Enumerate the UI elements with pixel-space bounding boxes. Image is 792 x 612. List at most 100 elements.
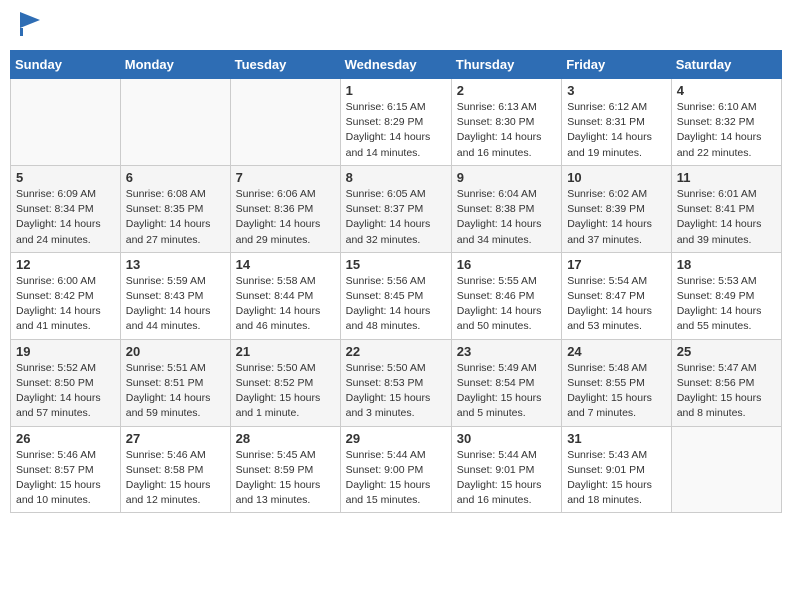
calendar-cell: 8 Sunrise: 6:05 AMSunset: 8:37 PMDaylight… bbox=[340, 165, 451, 252]
day-number: 5 bbox=[16, 170, 115, 185]
day-number: 19 bbox=[16, 344, 115, 359]
day-number: 15 bbox=[346, 257, 446, 272]
day-info: Sunrise: 5:51 AMSunset: 8:51 PMDaylight:… bbox=[126, 361, 225, 422]
calendar-cell bbox=[120, 79, 230, 166]
day-number: 7 bbox=[236, 170, 335, 185]
calendar-cell: 27 Sunrise: 5:46 AMSunset: 8:58 PMDayligh… bbox=[120, 426, 230, 513]
calendar-cell: 30Sunrise: 5:44 AMSunset: 9:01 PMDayligh… bbox=[451, 426, 561, 513]
day-number: 3 bbox=[567, 83, 666, 98]
day-info: Sunrise: 6:00 AMSunset: 8:42 PMDaylight:… bbox=[16, 274, 115, 335]
day-number: 17 bbox=[567, 257, 666, 272]
day-info: Sunrise: 6:01 AMSunset: 8:41 PMDaylight:… bbox=[677, 187, 776, 248]
day-number: 25 bbox=[677, 344, 776, 359]
calendar-week-row: 26 Sunrise: 5:46 AMSunset: 8:57 PMDayligh… bbox=[11, 426, 782, 513]
calendar-cell: 17 Sunrise: 5:54 AMSunset: 8:47 PMDayligh… bbox=[562, 252, 672, 339]
calendar-cell: 14 Sunrise: 5:58 AMSunset: 8:44 PMDayligh… bbox=[230, 252, 340, 339]
day-info: Sunrise: 5:43 AMSunset: 9:01 PMDaylight:… bbox=[567, 448, 666, 509]
day-of-week-header: Wednesday bbox=[340, 51, 451, 79]
day-number: 21 bbox=[236, 344, 335, 359]
calendar-cell bbox=[671, 426, 781, 513]
calendar-cell: 25 Sunrise: 5:47 AMSunset: 8:56 PMDayligh… bbox=[671, 339, 781, 426]
day-info: Sunrise: 5:44 AMSunset: 9:01 PMDaylight:… bbox=[457, 448, 556, 509]
calendar-cell: 20 Sunrise: 5:51 AMSunset: 8:51 PMDayligh… bbox=[120, 339, 230, 426]
day-info: Sunrise: 5:44 AMSunset: 9:00 PMDaylight:… bbox=[346, 448, 446, 509]
day-number: 1 bbox=[346, 83, 446, 98]
day-info: Sunrise: 6:09 AMSunset: 8:34 PMDaylight:… bbox=[16, 187, 115, 248]
day-number: 16 bbox=[457, 257, 556, 272]
day-info: Sunrise: 6:06 AMSunset: 8:36 PMDaylight:… bbox=[236, 187, 335, 248]
day-number: 24 bbox=[567, 344, 666, 359]
day-number: 29 bbox=[346, 431, 446, 446]
calendar-cell: 6 Sunrise: 6:08 AMSunset: 8:35 PMDaylight… bbox=[120, 165, 230, 252]
day-number: 8 bbox=[346, 170, 446, 185]
day-info: Sunrise: 5:46 AMSunset: 8:58 PMDaylight:… bbox=[126, 448, 225, 509]
day-info: Sunrise: 6:04 AMSunset: 8:38 PMDaylight:… bbox=[457, 187, 556, 248]
calendar-cell: 22Sunrise: 5:50 AMSunset: 8:53 PMDayligh… bbox=[340, 339, 451, 426]
day-info: Sunrise: 5:45 AMSunset: 8:59 PMDaylight:… bbox=[236, 448, 335, 509]
calendar-cell: 18 Sunrise: 5:53 AMSunset: 8:49 PMDayligh… bbox=[671, 252, 781, 339]
day-number: 18 bbox=[677, 257, 776, 272]
day-info: Sunrise: 5:47 AMSunset: 8:56 PMDaylight:… bbox=[677, 361, 776, 422]
calendar-cell: 5 Sunrise: 6:09 AMSunset: 8:34 PMDaylight… bbox=[11, 165, 121, 252]
day-number: 9 bbox=[457, 170, 556, 185]
day-info: Sunrise: 6:05 AMSunset: 8:37 PMDaylight:… bbox=[346, 187, 446, 248]
calendar-week-row: 5 Sunrise: 6:09 AMSunset: 8:34 PMDaylight… bbox=[11, 165, 782, 252]
calendar-cell: 28 Sunrise: 5:45 AMSunset: 8:59 PMDayligh… bbox=[230, 426, 340, 513]
calendar-cell: 2 Sunrise: 6:13 AMSunset: 8:30 PMDaylight… bbox=[451, 79, 561, 166]
calendar-cell: 29 Sunrise: 5:44 AMSunset: 9:00 PMDayligh… bbox=[340, 426, 451, 513]
day-number: 23 bbox=[457, 344, 556, 359]
calendar-cell bbox=[11, 79, 121, 166]
day-info: Sunrise: 5:52 AMSunset: 8:50 PMDaylight:… bbox=[16, 361, 115, 422]
calendar-cell: 26 Sunrise: 5:46 AMSunset: 8:57 PMDayligh… bbox=[11, 426, 121, 513]
day-info: Sunrise: 5:54 AMSunset: 8:47 PMDaylight:… bbox=[567, 274, 666, 335]
day-of-week-header: Thursday bbox=[451, 51, 561, 79]
calendar-cell: 7 Sunrise: 6:06 AMSunset: 8:36 PMDaylight… bbox=[230, 165, 340, 252]
page-header bbox=[10, 10, 782, 42]
day-of-week-header: Friday bbox=[562, 51, 672, 79]
day-number: 22 bbox=[346, 344, 446, 359]
day-number: 13 bbox=[126, 257, 225, 272]
calendar-cell: 24Sunrise: 5:48 AMSunset: 8:55 PMDayligh… bbox=[562, 339, 672, 426]
day-number: 31 bbox=[567, 431, 666, 446]
day-number: 28 bbox=[236, 431, 335, 446]
day-of-week-header: Saturday bbox=[671, 51, 781, 79]
calendar-header-row: SundayMondayTuesdayWednesdayThursdayFrid… bbox=[11, 51, 782, 79]
day-info: Sunrise: 5:46 AMSunset: 8:57 PMDaylight:… bbox=[16, 448, 115, 509]
day-of-week-header: Sunday bbox=[11, 51, 121, 79]
calendar-cell: 4Sunrise: 6:10 AMSunset: 8:32 PMDaylight… bbox=[671, 79, 781, 166]
calendar-week-row: 1Sunrise: 6:15 AMSunset: 8:29 PMDaylight… bbox=[11, 79, 782, 166]
day-info: Sunrise: 6:02 AMSunset: 8:39 PMDaylight:… bbox=[567, 187, 666, 248]
day-number: 27 bbox=[126, 431, 225, 446]
calendar-cell: 10Sunrise: 6:02 AMSunset: 8:39 PMDayligh… bbox=[562, 165, 672, 252]
logo-flag-icon bbox=[20, 12, 40, 36]
day-number: 6 bbox=[126, 170, 225, 185]
day-number: 20 bbox=[126, 344, 225, 359]
day-info: Sunrise: 5:58 AMSunset: 8:44 PMDaylight:… bbox=[236, 274, 335, 335]
day-info: Sunrise: 6:08 AMSunset: 8:35 PMDaylight:… bbox=[126, 187, 225, 248]
day-info: Sunrise: 6:13 AMSunset: 8:30 PMDaylight:… bbox=[457, 100, 556, 161]
day-number: 26 bbox=[16, 431, 115, 446]
day-info: Sunrise: 5:59 AMSunset: 8:43 PMDaylight:… bbox=[126, 274, 225, 335]
day-info: Sunrise: 5:56 AMSunset: 8:45 PMDaylight:… bbox=[346, 274, 446, 335]
calendar-cell: 15 Sunrise: 5:56 AMSunset: 8:45 PMDayligh… bbox=[340, 252, 451, 339]
day-number: 14 bbox=[236, 257, 335, 272]
day-info: Sunrise: 5:53 AMSunset: 8:49 PMDaylight:… bbox=[677, 274, 776, 335]
day-info: Sunrise: 5:49 AMSunset: 8:54 PMDaylight:… bbox=[457, 361, 556, 422]
day-info: Sunrise: 5:50 AMSunset: 8:52 PMDaylight:… bbox=[236, 361, 335, 422]
calendar-cell: 13 Sunrise: 5:59 AMSunset: 8:43 PMDayligh… bbox=[120, 252, 230, 339]
day-of-week-header: Monday bbox=[120, 51, 230, 79]
day-info: Sunrise: 6:10 AMSunset: 8:32 PMDaylight:… bbox=[677, 100, 776, 161]
day-number: 2 bbox=[457, 83, 556, 98]
day-number: 11 bbox=[677, 170, 776, 185]
calendar-cell: 3 Sunrise: 6:12 AMSunset: 8:31 PMDaylight… bbox=[562, 79, 672, 166]
calendar-cell: 11 Sunrise: 6:01 AMSunset: 8:41 PMDayligh… bbox=[671, 165, 781, 252]
calendar-week-row: 19 Sunrise: 5:52 AMSunset: 8:50 PMDayligh… bbox=[11, 339, 782, 426]
calendar-cell: 31 Sunrise: 5:43 AMSunset: 9:01 PMDayligh… bbox=[562, 426, 672, 513]
day-info: Sunrise: 6:12 AMSunset: 8:31 PMDaylight:… bbox=[567, 100, 666, 161]
calendar-table: SundayMondayTuesdayWednesdayThursdayFrid… bbox=[10, 50, 782, 513]
calendar-cell: 19 Sunrise: 5:52 AMSunset: 8:50 PMDayligh… bbox=[11, 339, 121, 426]
calendar-week-row: 12Sunrise: 6:00 AMSunset: 8:42 PMDayligh… bbox=[11, 252, 782, 339]
calendar-cell bbox=[230, 79, 340, 166]
calendar-cell: 23 Sunrise: 5:49 AMSunset: 8:54 PMDayligh… bbox=[451, 339, 561, 426]
calendar-cell: 21 Sunrise: 5:50 AMSunset: 8:52 PMDayligh… bbox=[230, 339, 340, 426]
